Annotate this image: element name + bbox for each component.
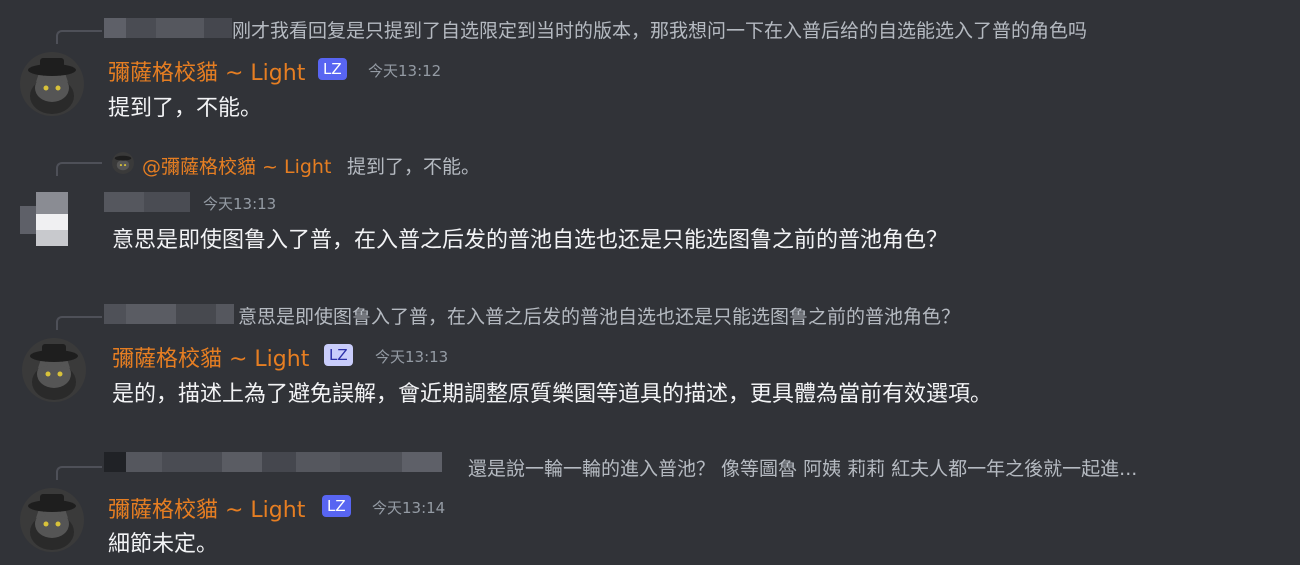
message-content: 細節未定。 (108, 532, 219, 557)
timestamp[interactable]: 今天13:14 (372, 497, 445, 518)
lz-badge: LZ (324, 344, 353, 366)
reply-preview[interactable]: 刚才我看回复是只提到了自选限定到当时的版本，那我想问一下在入普后给的自选能选入了… (232, 16, 1087, 43)
cat-avatar-icon (20, 488, 84, 552)
lz-badge: LZ (318, 58, 347, 80)
timestamp[interactable]: 今天13:13 (203, 193, 276, 214)
message-1: 刚才我看回复是只提到了自选限定到当时的版本，那我想问一下在入普后给的自选能选入了… (0, 0, 1300, 130)
message-4: 還是說一輪一輪的進入普池？ 像等圖魯 阿姨 莉莉 紅夫人都一年之後就一起進...… (0, 440, 1300, 565)
reply-connector (56, 466, 102, 480)
reply-preview[interactable]: 意思是即使图鲁入了普，在入普之后发的普池自选也还是只能选图鲁之前的普池角色？ (238, 302, 960, 329)
cat-avatar-icon (20, 52, 84, 116)
blurred-author-name (104, 192, 190, 212)
author-avatar[interactable] (22, 338, 86, 402)
author-avatar[interactable] (20, 488, 84, 552)
reply-author-avatar (112, 152, 134, 174)
author-name[interactable]: 彌薩格校貓 ~ Light (112, 341, 309, 373)
cat-avatar-icon (22, 338, 86, 402)
blurred-avatar-icon (20, 188, 84, 252)
blurred-reply-avatar-and-name (104, 304, 234, 324)
message-content: 意思是即使图鲁入了普，在入普之后发的普池自选也还是只能选图鲁之前的普池角色？ (112, 228, 949, 253)
author-avatar[interactable] (20, 52, 84, 116)
author-name[interactable]: 彌薩格校貓 ~ Light (108, 492, 305, 524)
blurred-reply-avatar-and-name (104, 452, 464, 472)
reply-preview[interactable]: 提到了，不能。 (347, 152, 480, 179)
timestamp[interactable]: 今天13:13 (375, 346, 448, 367)
reply-connector (56, 162, 102, 176)
cat-avatar-icon (112, 152, 134, 174)
lz-badge: LZ (322, 495, 351, 517)
author-name[interactable]: 彌薩格校貓 ~ Light (108, 55, 305, 87)
reply-author-mention[interactable]: @彌薩格校貓 ~ Light (142, 152, 331, 179)
message-3: 意思是即使图鲁入了普，在入普之后发的普池自选也还是只能选图鲁之前的普池角色？ 彌… (0, 290, 1300, 440)
reply-connector (56, 316, 102, 330)
reply-connector (56, 30, 102, 44)
blurred-reply-avatar-and-name (104, 18, 232, 38)
blurred-author-avatar[interactable] (20, 188, 84, 252)
reply-preview[interactable]: 還是說一輪一輪的進入普池？ 像等圖魯 阿姨 莉莉 紅夫人都一年之後就一起進... (468, 454, 1137, 481)
timestamp[interactable]: 今天13:12 (368, 60, 441, 81)
message-content: 是的，描述上為了避免誤解，會近期調整原質樂園等道具的描述，更具體為當前有效選項。 (112, 382, 993, 407)
message-2: @彌薩格校貓 ~ Light 提到了，不能。 今天13:13 意思是即使图鲁入了… (0, 140, 1300, 280)
message-content: 提到了，不能。 (108, 96, 263, 121)
